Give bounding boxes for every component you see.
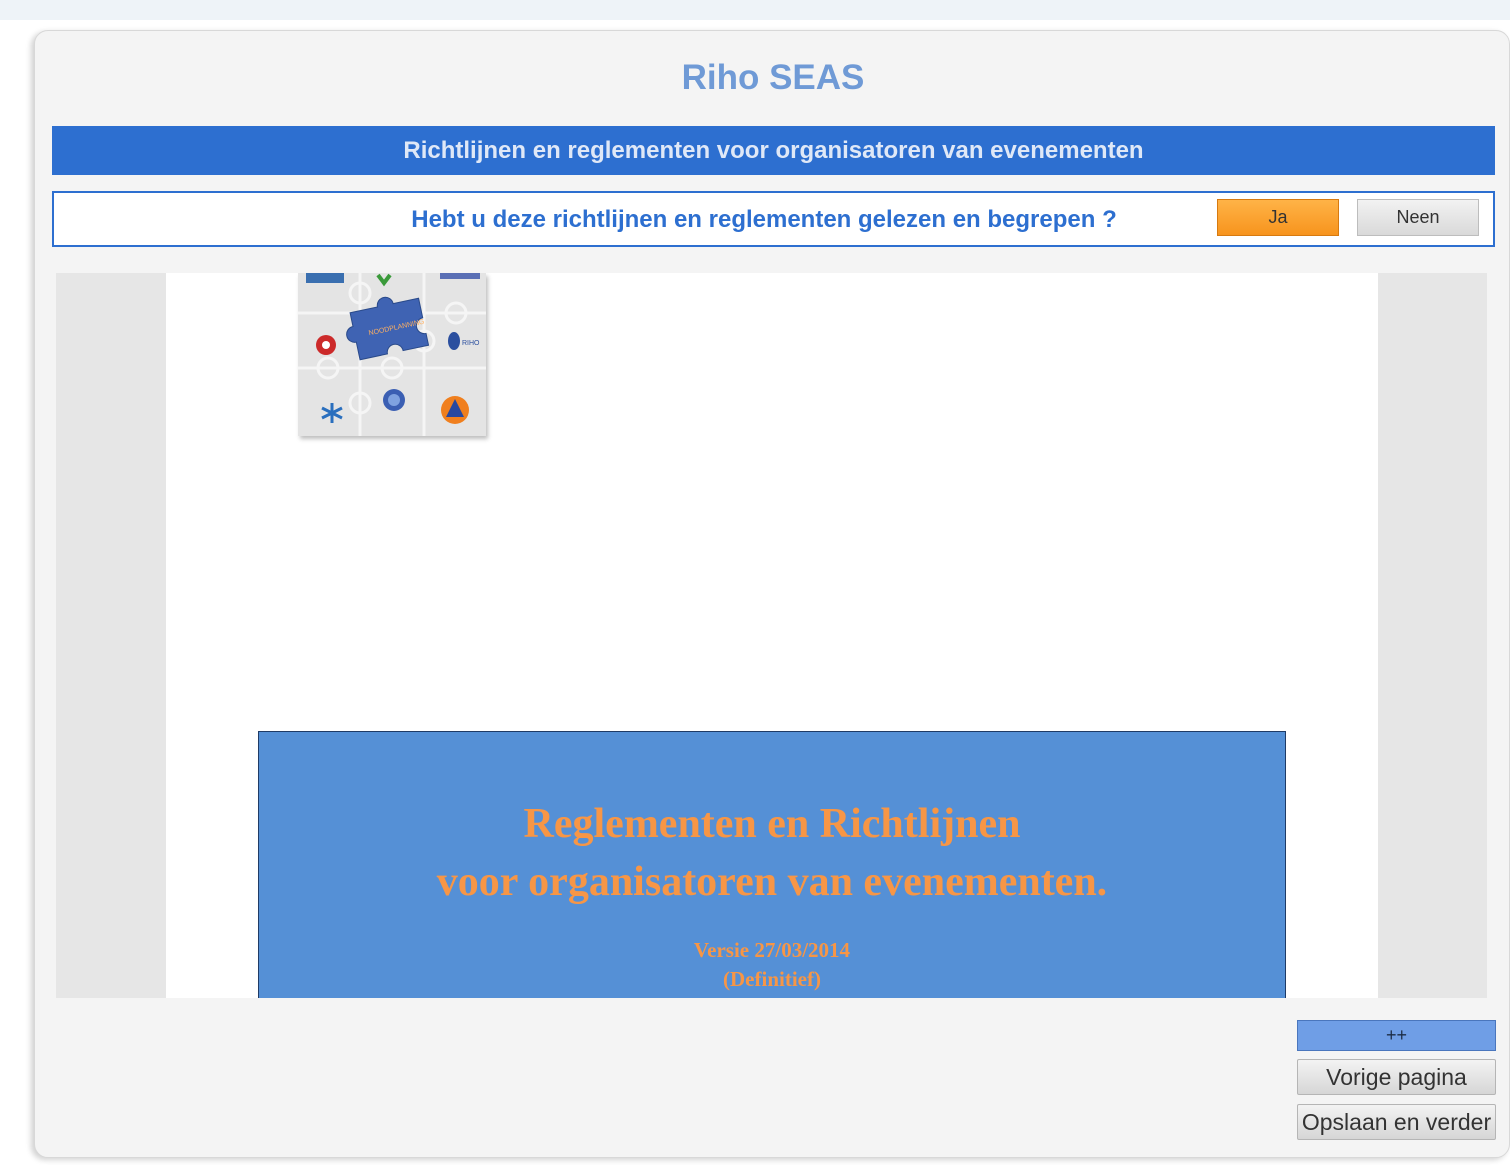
no-button[interactable]: Neen	[1357, 199, 1479, 236]
confirmation-question: Hebt u deze richtlijnen en reglementen g…	[411, 206, 1117, 233]
slide-version: Versie 27/03/2014	[693, 938, 851, 962]
expand-button[interactable]: ++	[1297, 1020, 1496, 1051]
section-banner: Richtlijnen en reglementen voor organisa…	[52, 126, 1495, 175]
previous-page-button[interactable]: Vorige pagina	[1297, 1059, 1496, 1095]
confirmation-box: Hebt u deze richtlijnen en reglementen g…	[52, 191, 1495, 247]
document-page: NOODPLANNING RIHO Reglementen en Richtli…	[166, 273, 1378, 998]
save-and-continue-button[interactable]: Opslaan en verder	[1297, 1104, 1496, 1140]
svg-text:RIHO: RIHO	[462, 340, 480, 347]
browser-top-strip	[0, 0, 1510, 20]
slide-title-line1: Reglementen en Richtlijnen	[523, 801, 1021, 847]
yes-button[interactable]: Ja	[1217, 199, 1339, 236]
emergency-planning-image: NOODPLANNING RIHO	[298, 273, 486, 436]
slide-status: (Definitief)	[723, 967, 821, 991]
puzzle-logo-icon: NOODPLANNING RIHO	[298, 273, 486, 436]
slide-title-line2: voor organisatoren van evenementen.	[436, 859, 1108, 905]
document-viewer[interactable]: NOODPLANNING RIHO Reglementen en Richtli…	[56, 273, 1487, 998]
title-slide: Reglementen en Richtlijnen voor organisa…	[258, 731, 1286, 998]
app-title: Riho SEAS	[681, 58, 865, 97]
